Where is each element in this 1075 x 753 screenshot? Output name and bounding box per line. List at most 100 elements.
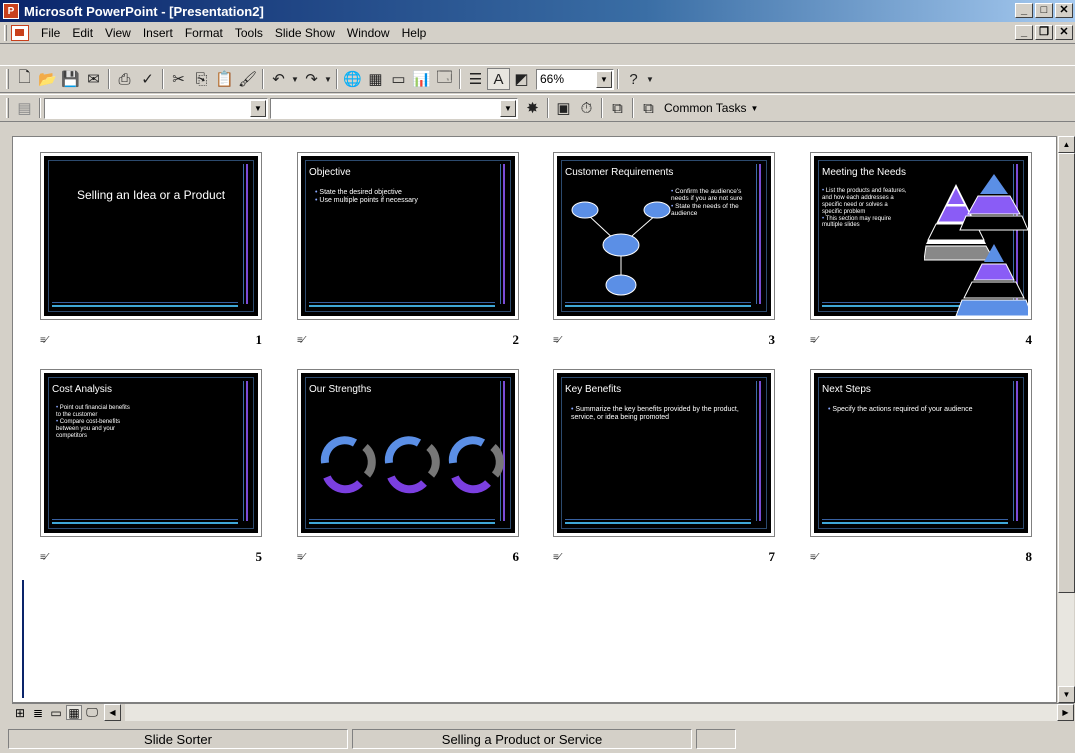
- slide-number: 3: [768, 332, 776, 347]
- close-button[interactable]: ✕: [1055, 3, 1073, 18]
- horizontal-scroll-track[interactable]: [125, 704, 1057, 721]
- slide-number: 8: [1025, 549, 1033, 564]
- menu-help[interactable]: Help: [396, 26, 433, 40]
- toolbar-options-icon[interactable]: ▼: [645, 68, 655, 90]
- slide-thumbnail[interactable]: Next Steps Specify the actions required …: [810, 369, 1032, 537]
- scroll-left-icon[interactable]: ◀: [104, 704, 121, 721]
- save-icon[interactable]: 💾: [59, 68, 82, 90]
- new-slide-icon[interactable]: 🗔: [433, 68, 456, 90]
- summary-slide-icon[interactable]: ⧉: [606, 97, 629, 119]
- show-formatting-icon[interactable]: A: [487, 68, 510, 90]
- size-dropdown-icon[interactable]: ▼: [500, 99, 516, 117]
- menu-window[interactable]: Window: [341, 26, 396, 40]
- menu-insert[interactable]: Insert: [137, 26, 179, 40]
- menu-format[interactable]: Format: [179, 26, 229, 40]
- scroll-down-icon[interactable]: ▼: [1058, 686, 1075, 703]
- help-icon[interactable]: ?: [622, 68, 645, 90]
- hyperlink-icon[interactable]: 🌐: [341, 68, 364, 90]
- slide-thumbnail[interactable]: Objective State the desired objective Us…: [297, 152, 519, 320]
- slide-show-icon[interactable]: 🖵: [84, 705, 100, 720]
- minimize-button[interactable]: _: [1015, 3, 1033, 18]
- maximize-button[interactable]: □: [1035, 3, 1053, 18]
- transition-icon[interactable]: ≡⁄: [40, 335, 48, 346]
- tables-borders-icon[interactable]: ▦: [364, 68, 387, 90]
- menu-tools[interactable]: Tools: [229, 26, 269, 40]
- scroll-up-icon[interactable]: ▲: [1058, 136, 1075, 153]
- transition-icon[interactable]: ≡⁄: [40, 552, 48, 563]
- slide-view-icon[interactable]: ▭: [48, 705, 64, 720]
- redo-icon[interactable]: ↷: [300, 68, 323, 90]
- vertical-scrollbar[interactable]: ▲ ▼: [1057, 136, 1075, 703]
- transition-icon[interactable]: ≡⁄: [553, 552, 561, 563]
- font-select[interactable]: ▼: [44, 97, 268, 119]
- slide-thumbnail[interactable]: Meeting the Needs List the products and …: [810, 152, 1032, 320]
- slide-preview: Selling an Idea or a Product: [44, 156, 258, 316]
- slide-thumbnail[interactable]: Key Benefits Summarize the key benefits …: [553, 369, 775, 537]
- common-tasks-button[interactable]: Common Tasks: [660, 101, 750, 115]
- menu-view[interactable]: View: [99, 26, 137, 40]
- spelling-icon[interactable]: ✓: [136, 68, 159, 90]
- slide-title: Objective: [309, 167, 351, 178]
- slide-thumbnail[interactable]: Our Strengths: [297, 369, 519, 537]
- transition-icon[interactable]: ≡⁄: [297, 335, 305, 346]
- slide-number: 2: [512, 332, 520, 347]
- insert-table-icon[interactable]: ▭: [387, 68, 410, 90]
- toolbar-grip-2[interactable]: [6, 98, 9, 118]
- vertical-scroll-thumb[interactable]: [1058, 153, 1075, 593]
- slide-bullet: List the products and features, and how …: [822, 188, 908, 216]
- menu-edit[interactable]: Edit: [66, 26, 99, 40]
- animation-effects-icon[interactable]: ✸: [521, 97, 544, 119]
- doc-restore-button[interactable]: ❐: [1035, 25, 1053, 40]
- format-painter-icon[interactable]: 🖌: [236, 68, 259, 90]
- grayscale-preview-icon[interactable]: ◩: [510, 68, 533, 90]
- transition-icon[interactable]: ≡⁄: [810, 335, 818, 346]
- common-tasks-dropdown-icon[interactable]: ▼: [750, 104, 758, 113]
- transition-icon[interactable]: ≡⁄: [297, 552, 305, 563]
- title-bar[interactable]: P Microsoft PowerPoint - [Presentation2]…: [0, 0, 1075, 22]
- font-size-select[interactable]: ▼: [270, 97, 518, 119]
- slide-sorter-view-icon[interactable]: ▦: [66, 705, 82, 720]
- paste-icon[interactable]: 📋: [213, 68, 236, 90]
- slide-thumbnail[interactable]: Customer Requirements Confirm the audien…: [553, 152, 775, 320]
- new-icon[interactable]: 🗋: [13, 68, 36, 90]
- hide-slide-icon[interactable]: ▣: [552, 97, 575, 119]
- doc-close-button[interactable]: ✕: [1055, 25, 1073, 40]
- zoom-select[interactable]: 66% ▼: [536, 68, 614, 90]
- rehearse-timings-icon[interactable]: ⏱: [575, 97, 598, 119]
- undo-dropdown-icon[interactable]: ▼: [290, 68, 300, 90]
- expand-all-icon[interactable]: ☰: [464, 68, 487, 90]
- open-icon[interactable]: 📂: [36, 68, 59, 90]
- outline-view-icon[interactable]: ▤: [13, 97, 36, 119]
- slide-thumbnail[interactable]: Selling an Idea or a Product: [40, 152, 262, 320]
- print-icon[interactable]: ⎙: [113, 68, 136, 90]
- slide-number: 5: [255, 549, 263, 564]
- toolbar-grip[interactable]: [6, 69, 9, 89]
- insert-chart-icon[interactable]: 📊: [410, 68, 433, 90]
- menu-file[interactable]: File: [35, 26, 66, 40]
- undo-icon[interactable]: ↶: [267, 68, 290, 90]
- redo-dropdown-icon[interactable]: ▼: [323, 68, 333, 90]
- common-tasks-icon[interactable]: ⧉: [637, 97, 660, 119]
- copy-icon[interactable]: ⎘: [190, 68, 213, 90]
- transition-icon[interactable]: ≡⁄: [553, 335, 561, 346]
- document-icon[interactable]: [11, 24, 29, 41]
- powerpoint-app-icon[interactable]: P: [3, 3, 19, 19]
- menu-slide-show[interactable]: Slide Show: [269, 26, 341, 40]
- cut-icon[interactable]: ✂: [167, 68, 190, 90]
- status-design: Selling a Product or Service: [352, 729, 692, 749]
- slide-sorter-pane[interactable]: Selling an Idea or a Product ≡⁄ 1 Object…: [12, 136, 1057, 703]
- view-bar: ⊞ ≣ ▭ ▦ 🖵 ◀ ▶: [12, 703, 1074, 721]
- cycle-diagram: [571, 201, 671, 296]
- slide-bullets: Summarize the key benefits provided by t…: [571, 406, 751, 422]
- font-dropdown-icon[interactable]: ▼: [250, 99, 266, 117]
- slide-number: 1: [255, 332, 263, 347]
- email-icon[interactable]: ✉: [82, 68, 105, 90]
- slide-thumbnail[interactable]: Cost Analysis Point out financial benefi…: [40, 369, 262, 537]
- zoom-dropdown-icon[interactable]: ▼: [596, 70, 612, 88]
- outline-view-icon[interactable]: ≣: [30, 705, 46, 720]
- menubar-grip[interactable]: [4, 24, 7, 41]
- doc-minimize-button[interactable]: _: [1015, 25, 1033, 40]
- transition-icon[interactable]: ≡⁄: [810, 552, 818, 563]
- normal-view-icon[interactable]: ⊞: [12, 705, 28, 720]
- scroll-right-icon[interactable]: ▶: [1057, 704, 1074, 721]
